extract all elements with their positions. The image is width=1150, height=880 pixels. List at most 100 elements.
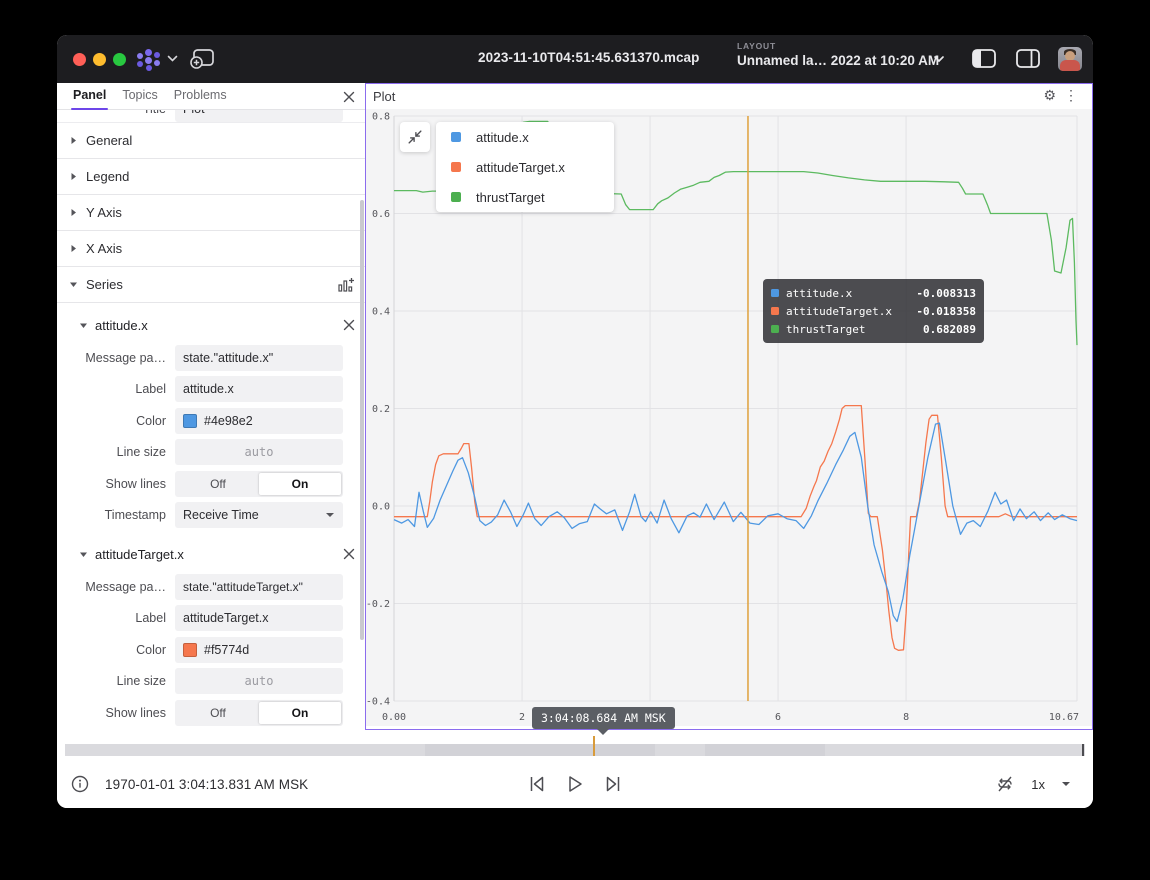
section-label: General — [86, 133, 132, 148]
right-sidebar-toggle-icon[interactable] — [1016, 49, 1040, 68]
timestamp-select[interactable]: Receive Time — [175, 502, 343, 528]
add-panel-icon[interactable] — [189, 48, 215, 70]
section-legend[interactable]: Legend — [57, 159, 365, 195]
zoom-window-button[interactable] — [113, 53, 126, 66]
show-lines-on[interactable]: On — [259, 473, 341, 495]
chevron-right-icon — [69, 172, 78, 181]
tooltip-series-value: -0.018358 — [916, 305, 976, 318]
field-label: Line size — [57, 445, 175, 459]
playback-scrubber[interactable] — [65, 744, 1085, 756]
playback-controls: 1970-01-01 3:04:13.831 AM MSK — [57, 764, 1093, 804]
show-lines-on[interactable]: On — [259, 702, 341, 724]
remove-series-icon[interactable] — [341, 317, 357, 333]
show-lines-off[interactable]: Off — [177, 702, 259, 724]
play-icon[interactable] — [566, 774, 584, 794]
foxglove-logo-icon[interactable] — [137, 48, 163, 70]
color-input[interactable]: #f5774d — [175, 637, 343, 663]
app-window: 2023-11-10T04:51:45.631370.mcap LAYOUT U… — [57, 35, 1093, 808]
panel-settings-gear-icon[interactable]: ⚙ — [1043, 87, 1056, 104]
chevron-right-icon — [69, 136, 78, 145]
series-name: attitude.x — [95, 318, 148, 333]
chart-hover-tooltip: attitude.x -0.008313 attitudeTarget.x -0… — [763, 279, 984, 343]
legend-swatch — [451, 132, 461, 142]
tooltip-swatch — [771, 325, 779, 333]
color-swatch[interactable] — [183, 643, 197, 657]
legend-item[interactable]: attitudeTarget.x — [436, 152, 614, 182]
legend-item[interactable]: attitude.x — [436, 122, 614, 152]
series-header[interactable]: attitudeTarget.x — [57, 537, 365, 571]
section-series[interactable]: Series — [57, 267, 365, 303]
series-header[interactable]: attitude.x — [57, 308, 365, 342]
label-input[interactable]: attitudeTarget.x — [175, 605, 343, 631]
close-window-button[interactable] — [73, 53, 86, 66]
left-sidebar-toggle-icon[interactable] — [972, 49, 996, 68]
tab-problems[interactable]: Problems — [174, 88, 227, 104]
loop-off-icon[interactable] — [995, 774, 1015, 794]
legend-label: thrustTarget — [476, 190, 545, 205]
tab-panel[interactable]: Panel — [73, 88, 106, 104]
chevron-down-icon — [325, 512, 335, 518]
show-lines-toggle: Off On — [175, 471, 343, 497]
section-general[interactable]: General — [57, 123, 365, 159]
chevron-down-icon — [79, 321, 88, 330]
seek-backward-icon[interactable] — [528, 774, 546, 794]
legend-item[interactable]: thrustTarget — [436, 182, 614, 212]
add-series-icon[interactable] — [337, 276, 355, 294]
color-input[interactable]: #4e98e2 — [175, 408, 343, 434]
field-label: Message pa… — [57, 351, 175, 365]
show-lines-off[interactable]: Off — [177, 473, 259, 495]
tooltip-swatch — [771, 307, 779, 315]
panel-title-label: Title — [57, 110, 175, 116]
tab-topics[interactable]: Topics — [122, 88, 157, 104]
layout-name: Unnamed la… 2022 at 10:20 AM — [737, 53, 939, 68]
section-label: Y Axis — [86, 205, 122, 220]
plot-chart-area[interactable]: 0.80.60.40.20.0-0.2-0.40.00246810.67 att… — [366, 109, 1092, 726]
user-avatar[interactable] — [1058, 47, 1082, 71]
info-icon[interactable] — [71, 775, 89, 793]
minimize-window-button[interactable] — [93, 53, 106, 66]
color-hex: #f5774d — [204, 643, 249, 657]
playback-playhead[interactable] — [593, 736, 595, 756]
field-label: Color — [57, 414, 175, 428]
sidebar-scrollbar[interactable] — [360, 200, 364, 640]
seek-forward-icon[interactable] — [604, 774, 622, 794]
message-path-input[interactable]: state."attitude.x" — [175, 345, 343, 371]
chevron-down-icon — [79, 550, 88, 559]
svg-text:6: 6 — [775, 712, 781, 723]
line-size-input[interactable]: auto — [175, 668, 343, 694]
data-source-title[interactable]: 2023-11-10T04:51:45.631370.mcap — [478, 50, 700, 65]
series-name: attitudeTarget.x — [95, 547, 184, 562]
speed-dropdown-caret-icon[interactable] — [1061, 781, 1071, 787]
panel-title-row-clipped: Title Plot — [57, 110, 365, 123]
tooltip-row: attitudeTarget.x -0.018358 — [771, 302, 976, 320]
section-x-axis[interactable]: X Axis — [57, 231, 365, 267]
chevron-right-icon — [69, 208, 78, 217]
line-size-input[interactable]: auto — [175, 439, 343, 465]
remove-series-icon[interactable] — [341, 546, 357, 562]
panel-title-input[interactable]: Plot — [175, 110, 343, 122]
sidebar-close-icon[interactable] — [341, 89, 357, 105]
series-block-attitude-target-x: attitudeTarget.x Message pa… state."atti… — [57, 531, 365, 729]
app-menu-chevron-icon[interactable] — [167, 55, 178, 62]
field-label: Timestamp — [57, 508, 175, 522]
section-y-axis[interactable]: Y Axis — [57, 195, 365, 231]
tooltip-series-value: 0.682089 — [923, 323, 976, 336]
layout-eyebrow: LAYOUT — [737, 41, 939, 51]
layout-selector[interactable]: LAYOUT Unnamed la… 2022 at 10:20 AM — [737, 41, 939, 68]
plot-panel-header[interactable]: Plot ⚙ ⋮ — [366, 84, 1092, 109]
color-swatch[interactable] — [183, 414, 197, 428]
svg-text:0.0: 0.0 — [372, 502, 390, 513]
color-hex: #4e98e2 — [204, 414, 253, 428]
panel-more-icon[interactable]: ⋮ — [1064, 87, 1078, 104]
section-label: Legend — [86, 169, 129, 184]
sidebar-tabs: Panel Topics Problems — [57, 83, 365, 110]
label-input[interactable]: attitude.x — [175, 376, 343, 402]
layout-chevron-icon[interactable] — [933, 55, 945, 63]
legend-collapse-button[interactable] — [400, 122, 430, 152]
playback-speed[interactable]: 1x — [1031, 777, 1045, 792]
tooltip-series-name: attitude.x — [786, 287, 916, 300]
collapse-arrows-icon — [406, 128, 424, 146]
timestamp-value: Receive Time — [183, 508, 259, 522]
plot-panel: Plot ⚙ ⋮ 0.80.60.40.20.0-0.2-0.40.002468… — [365, 83, 1093, 730]
message-path-input[interactable]: state."attitudeTarget.x" — [175, 574, 343, 600]
